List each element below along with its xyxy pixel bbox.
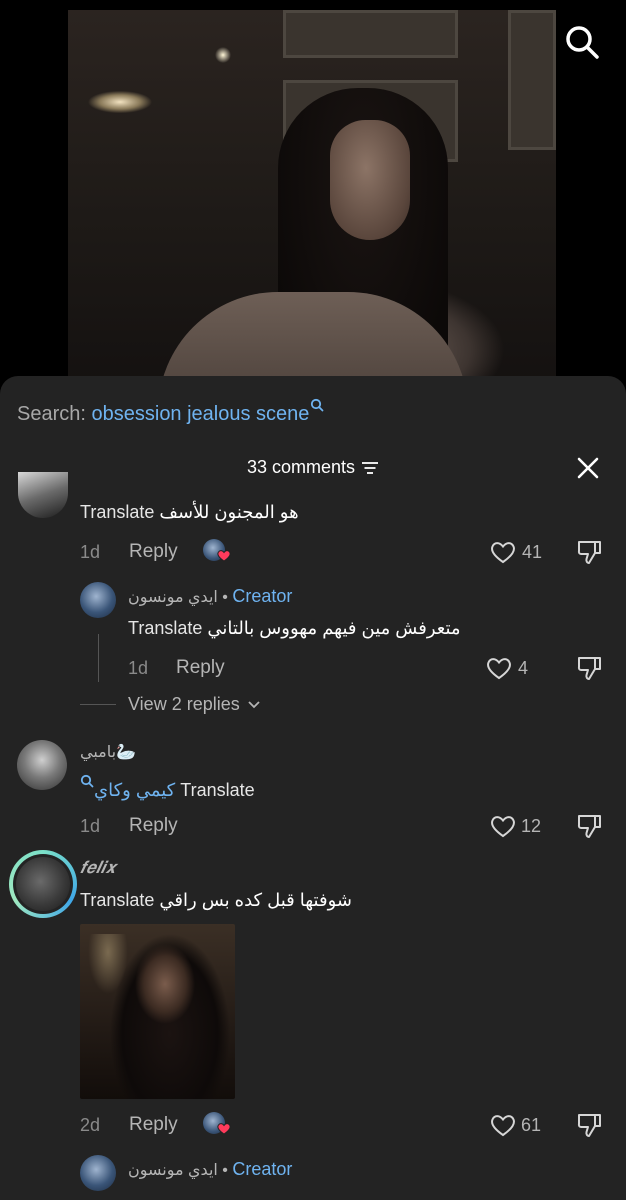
comment-author[interactable]: ايدي مونسون • Creator <box>128 586 292 607</box>
avatar[interactable] <box>17 740 67 790</box>
comment-author[interactable]: ايدي مونسون • Creator <box>128 1159 292 1180</box>
search-term-link[interactable]: obsession jealous scene <box>92 403 310 425</box>
author-name[interactable]: بامبي🦢 <box>80 742 136 762</box>
creator-badge: Creator <box>232 1159 293 1179</box>
reply-button[interactable]: Reply <box>129 1114 178 1136</box>
comments-header: 33 comments <box>0 454 626 482</box>
comment-age: 2d <box>80 1115 101 1135</box>
comment-text: كيمي وكاي Translate <box>80 774 255 801</box>
translate-button[interactable]: Translate <box>80 890 154 910</box>
translate-button[interactable]: Translate <box>128 618 202 638</box>
comment-age: 1d <box>80 542 101 562</box>
video-player[interactable] <box>0 0 626 400</box>
comments-sheet: Search: obsession jealous scene 33 comme… <box>0 376 626 1200</box>
dislike-icon[interactable] <box>576 812 604 840</box>
close-icon[interactable] <box>576 456 600 480</box>
creator-liked-badge <box>203 539 231 565</box>
wall-frame <box>283 10 458 58</box>
view-replies-button[interactable]: View 2 replies <box>128 694 261 715</box>
avatar[interactable] <box>80 1155 116 1191</box>
creator-liked-badge <box>203 1112 231 1138</box>
avatar-with-story-ring[interactable] <box>9 850 77 918</box>
author-name: ايدي مونسون <box>128 589 218 606</box>
dislike-icon[interactable] <box>576 654 604 682</box>
comment-text: Translate شوفتها قبل كده بس راقي <box>80 890 352 911</box>
comment-body: متعرفش مين فيهم مهووس بالتاني <box>207 618 461 638</box>
reply-button[interactable]: Reply <box>176 657 225 679</box>
heart-icon <box>217 1123 231 1135</box>
heart-icon <box>217 550 231 562</box>
filter-icon[interactable] <box>361 461 379 475</box>
comment-search-link[interactable]: كيمي وكاي <box>94 780 175 800</box>
dislike-icon[interactable] <box>576 538 604 566</box>
wall-frame <box>508 10 556 150</box>
like-icon[interactable] <box>489 1112 517 1138</box>
like-count: 61 <box>521 1115 542 1135</box>
translate-button[interactable]: Translate <box>80 502 154 522</box>
comment-body: هو المجنون للأسف <box>159 502 299 522</box>
avatar[interactable] <box>80 582 116 618</box>
thread-line <box>98 634 99 682</box>
reply-button[interactable]: Reply <box>129 541 178 563</box>
author-name: ايدي مونسون <box>128 1162 218 1179</box>
comment-age: 1d <box>128 658 149 678</box>
like-icon[interactable] <box>489 539 517 565</box>
like-count: 4 <box>518 658 529 678</box>
translate-button[interactable]: Translate <box>180 780 254 800</box>
author-name[interactable]: 𝒇𝒆𝒍𝒊𝒙 <box>80 858 116 878</box>
search-icon <box>311 398 324 412</box>
search-icon <box>80 774 94 788</box>
reply-button[interactable]: Reply <box>129 815 178 837</box>
comment-body: شوفتها قبل كده بس راقي <box>159 890 352 910</box>
creator-badge: Creator <box>232 586 293 606</box>
like-icon[interactable] <box>485 655 513 681</box>
video-frame <box>68 10 556 388</box>
chevron-down-icon <box>248 701 260 709</box>
comments-count[interactable]: 33 comments <box>0 457 626 478</box>
search-label: Search: <box>17 403 86 425</box>
comment-age: 1d <box>80 816 101 836</box>
like-count: 12 <box>521 816 542 836</box>
like-icon[interactable] <box>489 813 517 839</box>
divider-line <box>80 704 116 705</box>
comment-text: Translate متعرفش مين فيهم مهووس بالتاني <box>128 618 461 639</box>
comment-image[interactable] <box>80 924 235 1099</box>
search-suggestion[interactable]: Search: obsession jealous scene <box>17 398 324 426</box>
dislike-icon[interactable] <box>576 1111 604 1139</box>
comment-text: Translate هو المجنون للأسف <box>80 502 299 523</box>
image-light <box>88 934 128 994</box>
like-count: 41 <box>522 542 543 562</box>
search-icon[interactable] <box>562 22 602 62</box>
avatar[interactable] <box>18 472 68 518</box>
video-figure-face <box>330 120 410 240</box>
